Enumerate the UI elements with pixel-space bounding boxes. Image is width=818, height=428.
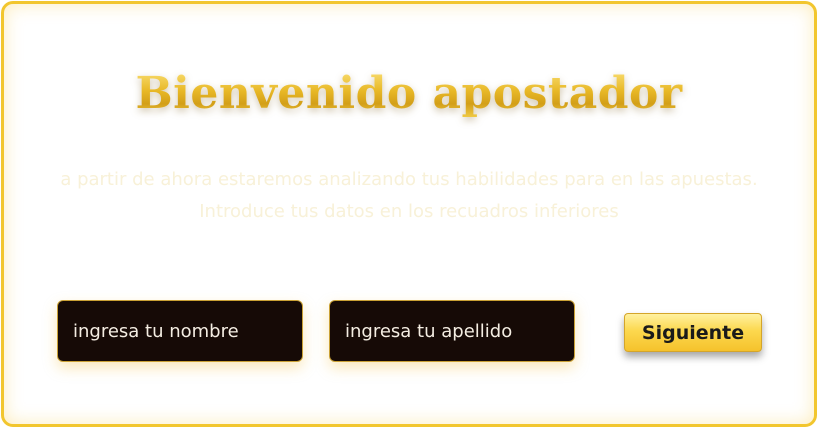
page-title: Bienvenido apostador	[0, 68, 818, 119]
first-name-input[interactable]	[57, 300, 303, 362]
next-button[interactable]: Siguiente	[624, 313, 762, 352]
page-subtitle: a partir de ahora estaremos analizando t…	[60, 169, 758, 222]
last-name-input[interactable]	[329, 300, 575, 362]
